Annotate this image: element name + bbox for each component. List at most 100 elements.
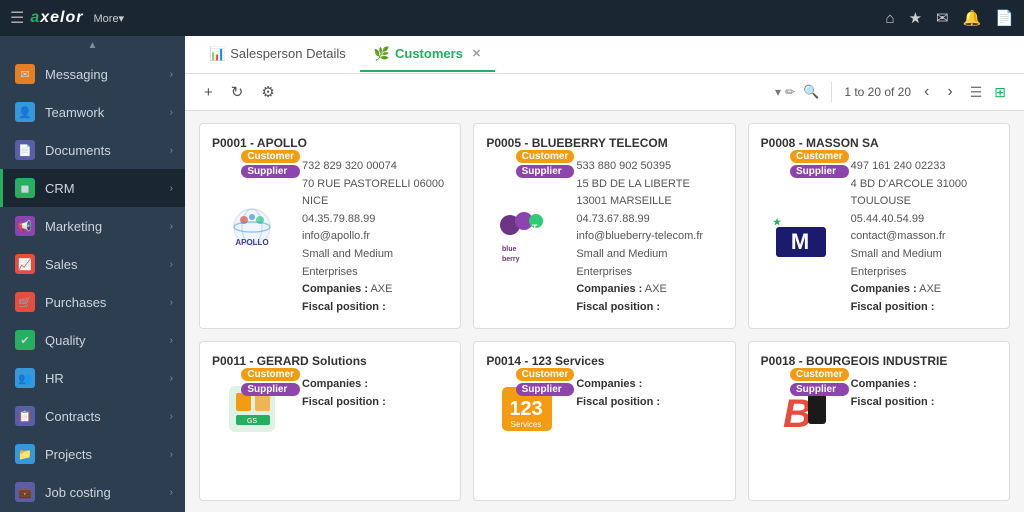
filter-pencil-icon: ✏ <box>785 85 795 99</box>
card-p0014[interactable]: P0014 - 123 Services 123 Services Custom… <box>473 341 735 501</box>
card-header-p0018: P0018 - BOURGEOIS INDUSTRIE <box>761 354 997 368</box>
star-icon[interactable]: ★ <box>909 9 922 27</box>
card-logo-p0008: ★ M CustomerSupplier <box>761 158 841 316</box>
sidebar-item-messaging[interactable]: ✉ Messaging › <box>0 55 185 93</box>
teamwork-icon: 👤 <box>15 102 35 122</box>
marketing-icon: 📢 <box>15 216 35 236</box>
prev-page-button[interactable]: ‹ <box>919 80 934 104</box>
card-email: contact@masson.fr <box>851 228 997 246</box>
badge-supplier: Supplier <box>516 383 575 396</box>
card-tel: 04.35.79.88.99 <box>302 211 448 229</box>
sidebar-chevron-quality: › <box>170 335 173 346</box>
sidebar-item-teamwork[interactable]: 👤 Teamwork › <box>0 93 185 131</box>
svg-text:GS: GS <box>246 418 256 425</box>
card-tel: 04.73.67.88.99 <box>576 211 722 229</box>
bell-icon[interactable]: 🔔 <box>963 9 982 27</box>
search-button[interactable]: 🔍 <box>803 84 819 100</box>
tabs-bar: 📊 Salesperson Details 🌿 Customers ✕ <box>185 36 1024 74</box>
sidebar-item-crm[interactable]: ◼ CRM › <box>0 169 185 207</box>
hamburger-icon[interactable]: ☰ <box>10 8 24 28</box>
badge-supplier: Supplier <box>790 383 849 396</box>
card-info-p0011: Companies : Fiscal position : <box>302 376 448 441</box>
card-type: Small and Medium Enterprises <box>851 246 997 281</box>
sidebar: ▲ ✉ Messaging › 👤 Teamwork › 📄 Documents… <box>0 36 185 512</box>
badge-supplier: Supplier <box>241 383 300 396</box>
sidebar-chevron-purchases: › <box>170 297 173 308</box>
add-button[interactable]: + <box>199 81 218 104</box>
envelope-icon[interactable]: ✉ <box>936 9 949 27</box>
card-fiscal: Fiscal position : <box>302 394 448 412</box>
sidebar-item-contracts[interactable]: 📋 Contracts › <box>0 397 185 435</box>
filter-icon: ▾ <box>775 85 781 99</box>
grid-view-button[interactable]: ⊞ <box>990 82 1010 103</box>
sidebar-item-marketing[interactable]: 📢 Marketing › <box>0 207 185 245</box>
card-phone: 533 880 902 50395 <box>576 158 722 176</box>
badge-customer: Customer <box>790 368 849 381</box>
card-header-p0008: P0008 - MASSON SA <box>761 136 997 150</box>
next-page-button[interactable]: › <box>942 80 957 104</box>
sidebar-label-documents: Documents <box>45 143 170 158</box>
card-address: 70 RUE PASTORELLI 06000 NICE <box>302 176 448 211</box>
card-companies: Companies : <box>302 376 448 394</box>
tab-customers-icon: 🌿 <box>374 46 390 62</box>
sidebar-chevron-teamwork: › <box>170 107 173 118</box>
sidebar-chevron-messaging: › <box>170 69 173 80</box>
cards-grid: P0001 - APOLLO APOLLO CustomerSupplier 7… <box>199 123 1010 501</box>
card-p0018[interactable]: P0018 - BOURGEOIS INDUSTRIE B CustomerSu… <box>748 341 1010 501</box>
card-type: Small and Medium Enterprises <box>576 246 722 281</box>
sidebar-item-jobcosting[interactable]: 💼 Job costing › <box>0 473 185 511</box>
card-p0011[interactable]: P0011 - GERARD Solutions GS CustomerSupp… <box>199 341 461 501</box>
tab-customers[interactable]: 🌿 Customers ✕ <box>360 38 495 72</box>
sidebar-label-quality: Quality <box>45 333 170 348</box>
card-companies: Companies : <box>576 376 722 394</box>
filter-dropdown[interactable]: ▾ ✏ <box>775 85 795 99</box>
cards-container: P0001 - APOLLO APOLLO CustomerSupplier 7… <box>185 111 1024 512</box>
list-view-button[interactable]: ☰ <box>966 82 987 103</box>
card-email: info@apollo.fr <box>302 228 448 246</box>
sidebar-item-purchases[interactable]: 🛒 Purchases › <box>0 283 185 321</box>
card-type: Small and Medium Enterprises <box>302 246 448 281</box>
svg-text:123: 123 <box>509 398 542 420</box>
card-p0008[interactable]: P0008 - MASSON SA ★ M CustomerSupplier 4… <box>748 123 1010 329</box>
sidebar-collapse[interactable]: ▲ <box>0 36 185 55</box>
top-bar: ☰ axelor More▾ ⌂ ★ ✉ 🔔 📄 <box>0 0 1024 36</box>
sidebar-item-sales[interactable]: 📈 Sales › <box>0 245 185 283</box>
card-address: 4 BD D'ARCOLE 31000 TOULOUSE <box>851 176 997 211</box>
sidebar-item-quality[interactable]: ✔ Quality › <box>0 321 185 359</box>
card-header-p0011: P0011 - GERARD Solutions <box>212 354 448 368</box>
card-logo-p0005: blue berry T CustomerSupplier <box>486 158 566 316</box>
refresh-button[interactable]: ↻ <box>226 80 249 104</box>
tab-customers-close[interactable]: ✕ <box>472 47 481 60</box>
sidebar-item-hr[interactable]: 👥 HR › <box>0 359 185 397</box>
sidebar-item-documents[interactable]: 📄 Documents › <box>0 131 185 169</box>
card-logo-p0001: APOLLO CustomerSupplier <box>212 158 292 316</box>
badge-customer: Customer <box>516 150 575 163</box>
card-phone: 732 829 320 00074 <box>302 158 448 176</box>
sidebar-chevron-sales: › <box>170 259 173 270</box>
settings-button[interactable]: ⚙ <box>256 80 279 104</box>
crm-icon: ◼ <box>15 178 35 198</box>
sidebar-label-contracts: Contracts <box>45 409 170 424</box>
svg-text:APOLLO: APOLLO <box>235 238 268 247</box>
card-companies: Companies : <box>851 376 997 394</box>
sidebar-label-messaging: Messaging <box>45 67 170 82</box>
card-p0001[interactable]: P0001 - APOLLO APOLLO CustomerSupplier 7… <box>199 123 461 329</box>
sidebar-chevron-hr: › <box>170 373 173 384</box>
projects-icon: 📁 <box>15 444 35 464</box>
purchases-icon: 🛒 <box>15 292 35 312</box>
sidebar-item-projects[interactable]: 📁 Projects › <box>0 435 185 473</box>
card-header-p0001: P0001 - APOLLO <box>212 136 448 150</box>
card-logo-p0018: B CustomerSupplier <box>761 376 841 441</box>
file-icon[interactable]: 📄 <box>995 9 1014 27</box>
svg-text:★: ★ <box>773 217 782 227</box>
sales-icon: 📈 <box>15 254 35 274</box>
card-email: info@blueberry-telecom.fr <box>576 228 722 246</box>
svg-text:Services: Services <box>510 420 541 429</box>
card-fiscal: Fiscal position : <box>576 394 722 412</box>
card-companies: Companies : AXE <box>576 281 722 299</box>
home-icon[interactable]: ⌂ <box>886 10 895 27</box>
tab-salesperson[interactable]: 📊 Salesperson Details <box>195 38 360 72</box>
card-p0005[interactable]: P0005 - BLUEBERRY TELECOM blue berry T C… <box>473 123 735 329</box>
card-header-p0014: P0014 - 123 Services <box>486 354 722 368</box>
more-dropdown[interactable]: More▾ <box>94 12 125 25</box>
